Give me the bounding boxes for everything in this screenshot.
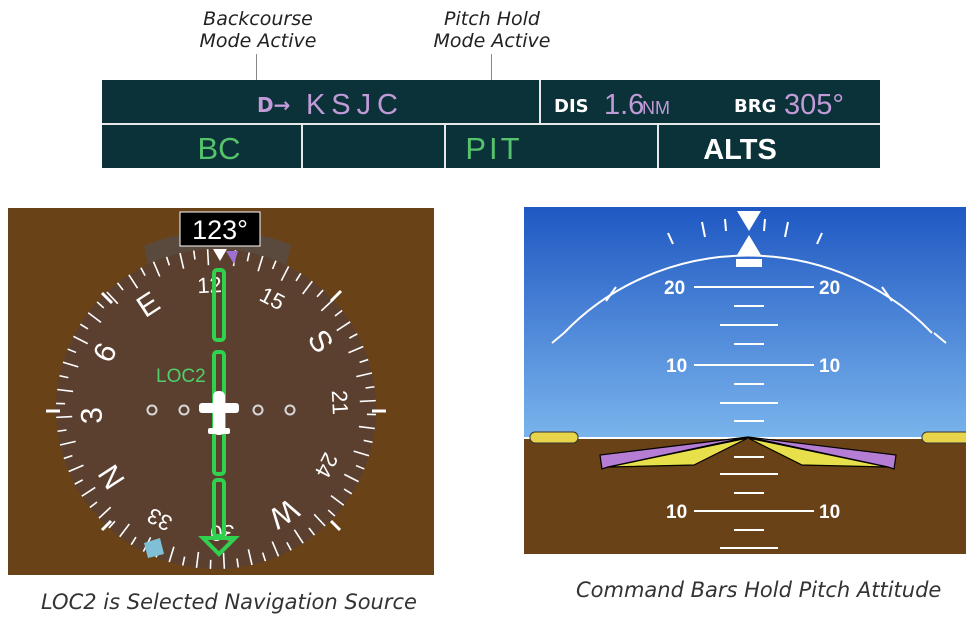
callout-pitch-hold-line2: Mode Active <box>433 30 551 52</box>
dis-unit: NM <box>642 98 670 118</box>
dis-label: DIS <box>554 96 589 117</box>
brg-value: 305° <box>784 89 844 121</box>
heading-readout: 123° <box>192 215 248 245</box>
pitch-label-left-20: 20 <box>664 278 685 299</box>
dis-value: 1.6 <box>604 89 644 121</box>
callout-backcourse-line2: Mode Active <box>199 30 317 52</box>
ground <box>524 438 966 554</box>
callout-backcourse-line1: Backcourse <box>203 8 313 30</box>
hsi-panel: E12 15S2124W3033N36 123° LOC2 <box>8 208 434 575</box>
slip-skid-indicator <box>736 259 762 267</box>
callout-backcourse: Backcourse Mode Active <box>178 8 338 52</box>
nav-source-label: LOC2 <box>156 366 206 387</box>
compass-label: 21 <box>327 390 353 416</box>
compass-tick <box>206 249 210 266</box>
brg-label: BRG <box>734 96 776 117</box>
compass-tick <box>359 399 376 403</box>
horizon-bar-right <box>921 431 966 444</box>
pitch-label-right-10: 10 <box>819 356 840 377</box>
compass-label: 3 <box>75 406 109 424</box>
compass-label: 12 <box>197 272 223 298</box>
compass-tick <box>222 552 226 569</box>
pitch-label-left-10: 10 <box>666 356 687 377</box>
nav-status-bar: D→ KSJC DIS 1.6 NM BRG 305° BC PIT ALTS <box>102 80 880 168</box>
vertical-mode-active: PIT <box>465 131 522 166</box>
pitch-label-right-20: 20 <box>819 278 840 299</box>
callout-pitch-hold-line1: Pitch Hold <box>444 8 540 30</box>
attitude-panel: 20 20 10 10 10 10 <box>524 207 966 554</box>
horizon-bar-left <box>529 431 579 444</box>
waypoint-symbol: D→ <box>257 93 290 117</box>
lateral-mode-active: BC <box>197 131 240 166</box>
callout-pitch-hold: Pitch Hold Mode Active <box>412 8 572 52</box>
caption-hsi: LOC2 is Selected Navigation Source <box>41 590 417 614</box>
pitch-label-left-minus10: 10 <box>666 502 687 523</box>
pitch-label-right-minus10: 10 <box>819 502 840 523</box>
caption-attitude: Command Bars Hold Pitch Attitude <box>576 578 942 602</box>
compass-tick <box>56 415 73 419</box>
vertical-mode-armed: ALTS <box>703 134 777 166</box>
